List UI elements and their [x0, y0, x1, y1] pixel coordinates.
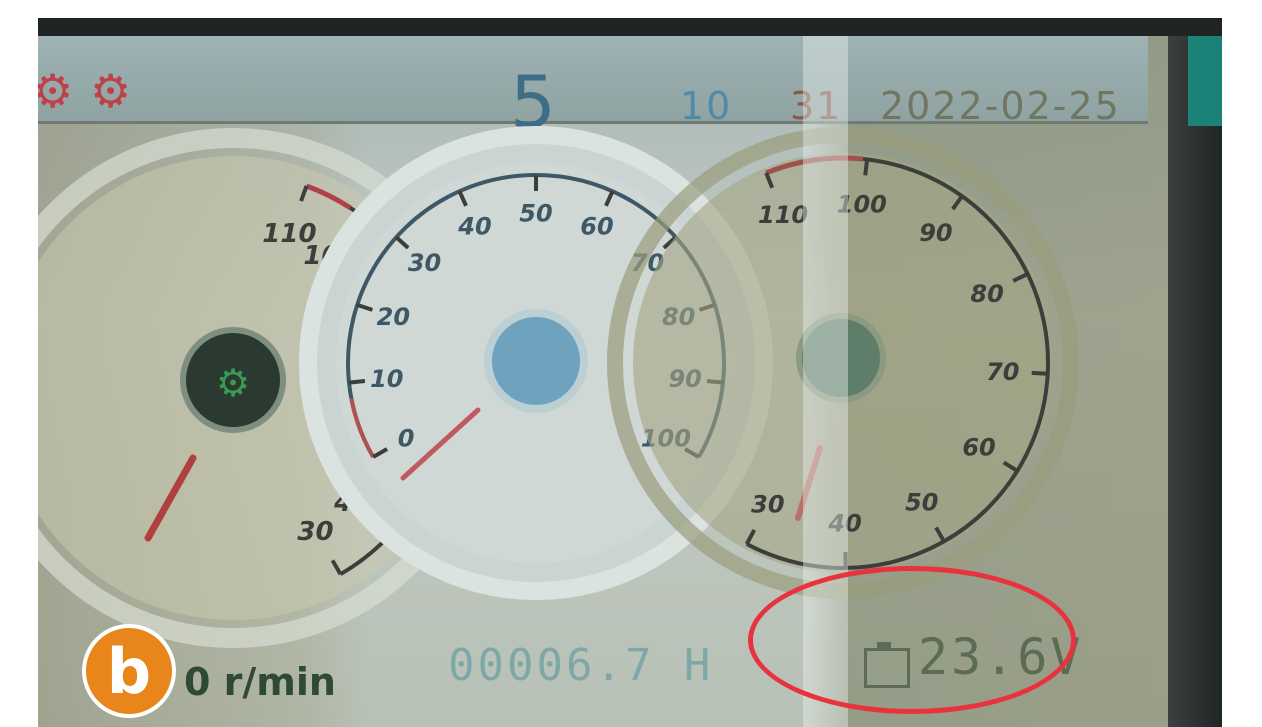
gauge-label: 50	[905, 489, 938, 517]
odometer: 00006.7 H	[448, 640, 714, 691]
gauge-label: 30	[751, 491, 784, 519]
gauge-label: 60	[580, 212, 613, 240]
gauge-label: 70	[986, 358, 1019, 386]
gauge-label: 30	[408, 249, 441, 277]
rpm-unit: 0 r/min	[184, 660, 336, 704]
gauge-tick	[348, 378, 366, 385]
gauge-label: 40	[457, 212, 491, 240]
gauge-label: 20	[377, 303, 410, 331]
gauge-label: 90	[919, 219, 952, 247]
gauge-label: 50	[519, 199, 552, 227]
gauge-label: 10	[370, 365, 403, 393]
gauge-tick	[1031, 370, 1048, 376]
gauge-label: 60	[962, 434, 995, 462]
gauge-tick	[863, 159, 870, 176]
engine-icon: ⚙	[216, 361, 250, 405]
gauge-label: 80	[970, 280, 1003, 308]
panel-label-badge: b	[82, 624, 176, 718]
gauge-label: 110	[262, 219, 316, 249]
gauge-label: 110	[758, 201, 808, 229]
gauge-label: 0	[398, 424, 415, 452]
gauge-label: 30	[297, 517, 333, 547]
voltage-highlight-circle	[748, 566, 1076, 714]
